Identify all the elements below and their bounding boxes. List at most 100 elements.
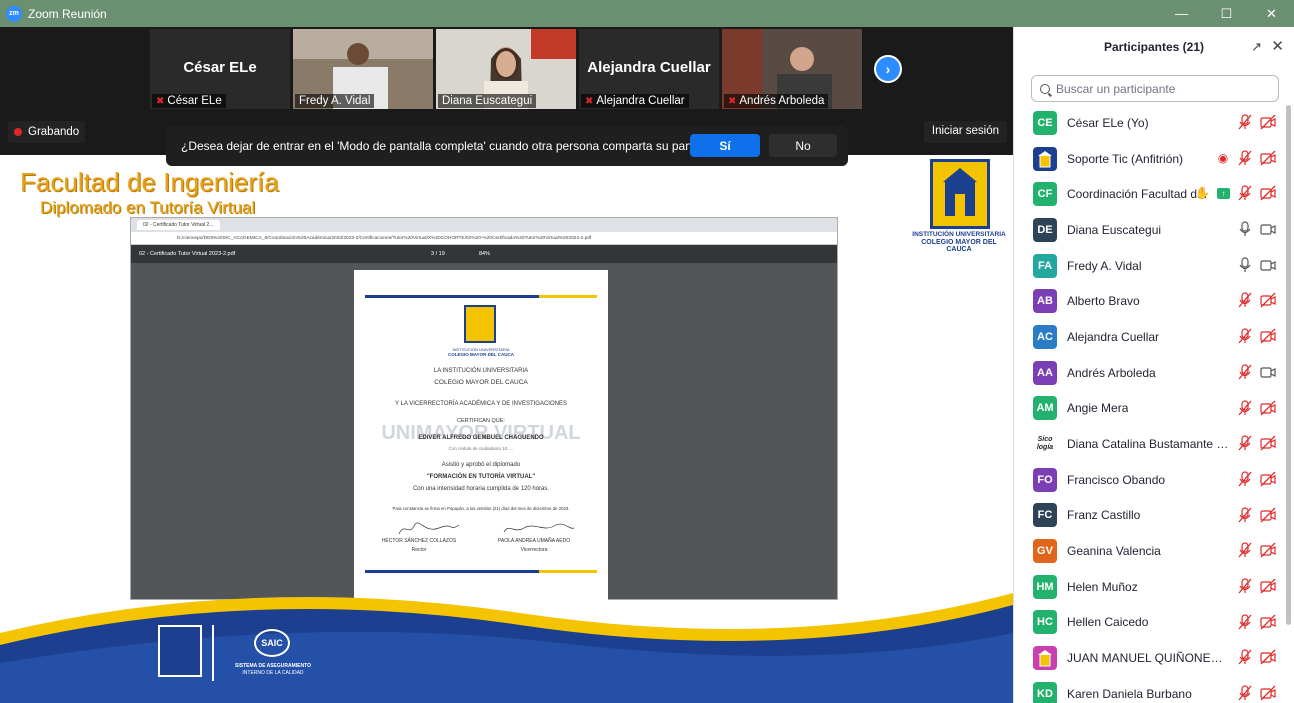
video-off-icon[interactable] [1260, 507, 1276, 523]
signature-1-name: HÉCTOR SÁNCHEZ COLLAZOS [381, 538, 457, 544]
mic-muted-icon[interactable] [1238, 685, 1252, 701]
zoom-logo-icon: zm [6, 5, 22, 22]
video-off-icon[interactable] [1260, 542, 1276, 558]
mic-muted-icon[interactable] [1238, 185, 1252, 201]
video-off-icon[interactable] [1260, 578, 1276, 594]
video-off-icon[interactable] [1260, 685, 1276, 701]
raised-hand-icon: ✋ [1195, 186, 1210, 201]
participant-row[interactable]: CE César ELe (Yo) [1014, 105, 1284, 141]
mic-muted-icon[interactable] [1238, 292, 1252, 308]
participant-name: Francisco Obando [1067, 472, 1166, 487]
minimize-button[interactable]: — [1159, 0, 1204, 27]
next-page-button[interactable]: › [874, 55, 902, 83]
avatar: AA [1033, 360, 1057, 385]
avatar: HC [1033, 610, 1057, 635]
participant-row[interactable]: HC Hellen Caicedo [1014, 605, 1284, 641]
avatar: DE [1033, 217, 1057, 242]
participant-status-icons [1238, 364, 1276, 380]
saic-label: SAIC [254, 629, 290, 657]
mic-muted-icon[interactable] [1238, 506, 1252, 523]
panel-scrollbar[interactable] [1286, 105, 1291, 625]
search-participant-input[interactable]: Buscar un participante [1031, 75, 1279, 102]
participant-name: Karen Daniela Burbano [1067, 686, 1192, 701]
mic-icon[interactable] [1238, 257, 1252, 273]
mic-muted-icon: ✖ [728, 95, 737, 107]
participant-row[interactable]: AM Angie Mera [1014, 391, 1284, 427]
participant-status-icons [1238, 471, 1276, 487]
participant-status-icons: ◉ [1216, 150, 1276, 166]
recording-indicator[interactable]: Grabando [8, 121, 86, 143]
participant-status-icons [1238, 685, 1276, 701]
participant-row[interactable]: CF Coordinación Facultad d... ✋ ↑ [1014, 176, 1284, 212]
video-tile[interactable]: ✖ Andrés Arboleda [722, 29, 862, 109]
participant-row[interactable]: Sico logía Diana Catalina Bustamante Man.… [1014, 426, 1284, 462]
participant-row[interactable]: HM Helen Muñoz [1014, 569, 1284, 605]
yes-button[interactable]: Sí [690, 134, 760, 157]
video-off-icon[interactable] [1260, 185, 1276, 201]
maximize-button[interactable]: ☐ [1204, 0, 1249, 27]
mic-muted-icon[interactable] [1238, 114, 1252, 130]
tile-name: Diana Euscategui [442, 95, 533, 107]
doc-stripe-top [365, 295, 597, 298]
browser-url[interactable]: D:/cienvepo/DE9%20SIC_ACADEMICA_6/Coordi… [131, 232, 837, 245]
video-icon[interactable] [1260, 257, 1276, 273]
video-off-icon[interactable] [1260, 649, 1276, 665]
participant-name: Diana Catalina Bustamante Man... [1067, 437, 1230, 452]
participant-row[interactable]: GV Geanina Valencia [1014, 533, 1284, 569]
participant-row[interactable]: FC Franz Castillo [1014, 498, 1284, 534]
mic-muted-icon[interactable] [1238, 399, 1252, 416]
video-off-icon[interactable] [1260, 400, 1276, 416]
participants-panel: Participantes (21) ↗ ✕ Buscar un partici… [1013, 27, 1294, 703]
participant-name: Alejandra Cuellar [1067, 329, 1160, 344]
mic-muted-icon[interactable] [1238, 364, 1252, 380]
mic-muted-icon[interactable] [1238, 649, 1252, 665]
popout-icon[interactable]: ↗ [1251, 39, 1262, 55]
pdf-zoom: 84% [479, 251, 491, 257]
mic-muted-icon[interactable] [1238, 328, 1252, 344]
sign-in-button[interactable]: Iniciar sesión [923, 121, 1007, 143]
certificate-logo-icon [464, 305, 496, 343]
mic-icon[interactable] [1238, 221, 1252, 237]
avatar: KD [1033, 681, 1057, 703]
video-off-icon[interactable] [1260, 114, 1276, 130]
video-off-icon[interactable] [1260, 292, 1276, 308]
participant-row[interactable]: JUAN MANUEL QUIÑONES LOP... [1014, 640, 1284, 676]
title-bar: zm Zoom Reunión — ☐ ✕ [0, 0, 1294, 27]
mic-muted-icon[interactable] [1238, 435, 1252, 451]
participant-name: César ELe (Yo) [1067, 115, 1149, 130]
tile-big-name: Alejandra Cuellar [587, 59, 711, 76]
close-window-button[interactable]: ✕ [1249, 0, 1294, 27]
participant-row[interactable]: AC Alejandra Cuellar [1014, 319, 1284, 355]
participant-row[interactable]: AB Alberto Bravo [1014, 283, 1284, 319]
video-tile[interactable]: Alejandra Cuellar ✖ Alejandra Cuellar [579, 29, 719, 109]
video-tile[interactable]: Fredy A. Vidal [293, 29, 433, 109]
tile-nametag: ✖ Andrés Arboleda [724, 94, 829, 108]
participant-name: Alberto Bravo [1067, 294, 1140, 309]
mic-muted-icon[interactable] [1238, 471, 1252, 487]
video-off-icon[interactable] [1260, 150, 1276, 166]
mic-muted-icon[interactable] [1238, 578, 1252, 594]
participant-row[interactable]: KD Karen Daniela Burbano [1014, 676, 1284, 703]
participant-row[interactable]: DE Diana Euscategui [1014, 212, 1284, 248]
browser-tab[interactable]: 02 - Certificado Tutor Virtual 2... [137, 220, 220, 230]
video-tile[interactable]: César ELe ✖ César ELe [150, 29, 290, 109]
video-icon[interactable] [1260, 221, 1276, 237]
participant-row[interactable]: AA Andrés Arboleda [1014, 355, 1284, 391]
video-off-icon[interactable] [1260, 328, 1276, 344]
close-panel-icon[interactable]: ✕ [1271, 37, 1284, 55]
mic-muted-icon[interactable] [1238, 542, 1252, 558]
mic-muted-icon[interactable] [1238, 150, 1252, 166]
participant-row[interactable]: Soporte Tic (Anfitrión) ◉ [1014, 141, 1284, 177]
avatar: FO [1033, 467, 1057, 492]
video-off-icon[interactable] [1260, 614, 1276, 630]
participant-row[interactable]: FO Francisco Obando [1014, 462, 1284, 498]
video-tile-speaking[interactable]: Diana Euscategui [436, 29, 576, 109]
participant-row[interactable]: FA Fredy A. Vidal [1014, 248, 1284, 284]
saic-line-1: SISTEMA DE ASEGURAMIENTO [235, 663, 311, 669]
mic-muted-icon[interactable] [1238, 614, 1252, 630]
avatar: AM [1033, 396, 1057, 421]
video-off-icon[interactable] [1260, 471, 1276, 487]
video-icon[interactable] [1260, 364, 1276, 380]
no-button[interactable]: No [769, 134, 837, 157]
video-off-icon[interactable] [1260, 435, 1276, 451]
